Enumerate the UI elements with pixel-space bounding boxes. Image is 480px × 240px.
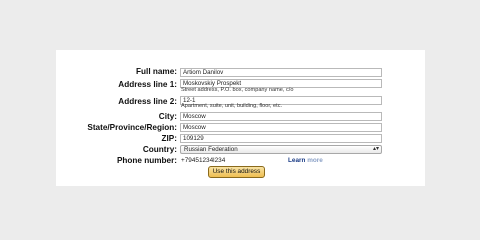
full-name-label: Full name: [136, 67, 177, 76]
city-input[interactable]: Moscow [180, 112, 382, 121]
learn-more-second: more [307, 157, 323, 164]
country-select[interactable]: Russian Federation ▴▾ [180, 145, 382, 154]
learn-more-first: Learn [288, 157, 306, 164]
city-label: City: [158, 112, 177, 121]
zip-input[interactable]: 109129 [180, 134, 382, 143]
select-arrows-icon: ▴▾ [372, 146, 379, 152]
country-label: Country: [142, 145, 177, 154]
state-input[interactable]: Moscow [180, 123, 382, 132]
phone-label: Phone number: [116, 156, 177, 165]
state-label: State/Province/Region: [87, 123, 177, 132]
full-name-input[interactable]: Artiom Danilov [180, 68, 382, 77]
use-this-address-button[interactable]: Use this address [208, 166, 265, 178]
country-selected-value: Russian Federation [184, 146, 238, 153]
address-line-2-hint: Apartment, suite, unit, building, floor,… [181, 103, 283, 109]
zip-label: ZIP: [161, 134, 177, 143]
phone-value: +79451234l234 [181, 157, 226, 164]
address-line-1-hint: Street address, P.O. box, company name, … [181, 87, 294, 93]
address-line-1-label: Address line 1: [118, 80, 177, 89]
learn-more-link[interactable]: Learn more [288, 156, 323, 165]
address-line-2-label: Address line 2: [118, 97, 177, 106]
